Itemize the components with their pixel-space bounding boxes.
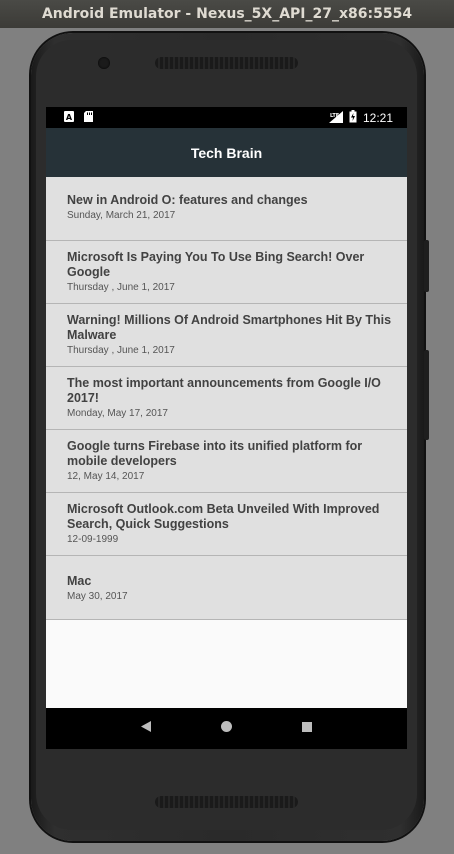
article-title: Microsoft Outlook.com Beta Unveiled With… <box>67 502 380 531</box>
app-title: Tech Brain <box>190 144 263 161</box>
article-date: 12, May 14, 2017 <box>67 471 145 482</box>
article-title: Mac <box>67 574 92 588</box>
home-icon[interactable] <box>220 720 233 738</box>
list-item[interactable]: Microsoft Is Paying You To Use Bing Sear… <box>46 241 407 304</box>
list-item[interactable]: The most important announcements from Go… <box>46 367 407 430</box>
navigation-bar <box>46 708 407 749</box>
article-date: May 30, 2017 <box>67 591 128 602</box>
article-date: Sunday, March 21, 2017 <box>67 210 176 221</box>
window-title-text: Android Emulator - Nexus_5X_API_27_x86:5… <box>41 6 413 22</box>
back-icon[interactable] <box>140 720 152 738</box>
svg-text:LTE: LTE <box>330 113 340 119</box>
article-list: New in Android O: features and changes S… <box>46 177 407 620</box>
power-button[interactable] <box>424 240 429 292</box>
recents-icon[interactable] <box>301 720 313 738</box>
sd-card-icon <box>84 111 93 125</box>
volume-button[interactable] <box>424 350 429 440</box>
device-screen: A LTE 12:21 Tech Brain New in Android O:… <box>46 107 407 749</box>
list-item[interactable]: Mac May 30, 2017 <box>46 556 407 620</box>
emulator-window-title: Android Emulator - Nexus_5X_API_27_x86:5… <box>0 0 454 28</box>
status-time: 12:21 <box>362 111 393 125</box>
status-bar: A LTE 12:21 <box>46 107 407 128</box>
list-item[interactable]: New in Android O: features and changes S… <box>46 177 407 241</box>
svg-text:A: A <box>66 113 73 122</box>
app-toolbar: Tech Brain <box>46 128 407 177</box>
article-title: New in Android O: features and changes <box>67 193 308 207</box>
list-item[interactable]: Microsoft Outlook.com Beta Unveiled With… <box>46 493 407 556</box>
article-date: Monday, May 17, 2017 <box>67 408 168 419</box>
lte-signal-icon: LTE <box>328 110 343 126</box>
bottom-speaker-grille <box>155 796 298 808</box>
battery-icon <box>349 110 357 126</box>
front-camera <box>98 57 110 69</box>
article-date: 12-09-1999 <box>67 534 119 545</box>
list-item[interactable]: Warning! Millions Of Android Smartphones… <box>46 304 407 367</box>
article-title: Microsoft Is Paying You To Use Bing Sear… <box>67 250 365 279</box>
article-date: Thursday , June 1, 2017 <box>67 345 175 356</box>
article-date: Thursday , June 1, 2017 <box>67 282 175 293</box>
a-notification-icon: A <box>64 111 74 125</box>
top-speaker-grille <box>155 57 298 69</box>
list-item[interactable]: Google turns Firebase into its unified p… <box>46 430 407 493</box>
article-title: Google turns Firebase into its unified p… <box>67 439 363 468</box>
article-title: Warning! Millions Of Android Smartphones… <box>67 313 392 342</box>
article-title: The most important announcements from Go… <box>67 376 381 405</box>
